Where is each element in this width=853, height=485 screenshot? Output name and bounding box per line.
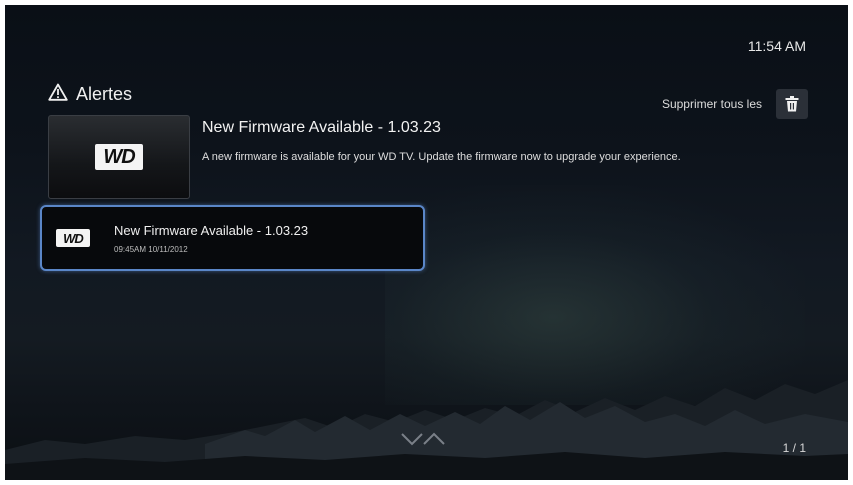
wd-logo: WD: [56, 229, 90, 247]
alert-list-item[interactable]: WD New Firmware Available - 1.03.23 09:4…: [40, 205, 425, 271]
alert-detail-body: A new firmware is available for your WD …: [202, 151, 681, 163]
alert-item-title: New Firmware Available - 1.03.23: [114, 223, 309, 238]
mountain-background: [5, 380, 848, 480]
page-title: Alertes: [76, 84, 133, 104]
alerts-screen: 11:54 AM Alertes Supprimer tous les WD N…: [5, 5, 848, 480]
page-counter: 1 / 1: [782, 441, 806, 455]
wd-logo: WD: [95, 144, 143, 170]
alert-detail-title: New Firmware Available - 1.03.23: [202, 119, 441, 136]
clock: 11:54 AM: [747, 38, 806, 54]
alerts-header: Alertes: [48, 83, 132, 106]
alert-detail-thumbnail: WD: [48, 115, 190, 199]
delete-all-label: Supprimer tous les: [661, 97, 762, 111]
alert-item-timestamp: 09:45AM 10/11/2012: [114, 245, 188, 254]
chevron-down-icon[interactable]: [400, 430, 446, 453]
warning-triangle-icon: [48, 83, 68, 106]
delete-all-button[interactable]: Supprimer tous les: [662, 89, 808, 119]
trash-icon[interactable]: [776, 89, 808, 119]
